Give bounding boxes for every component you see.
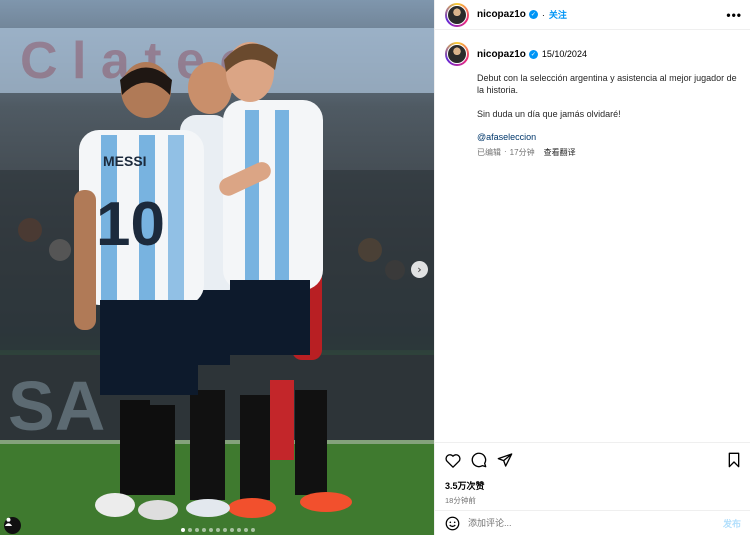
see-translation-link[interactable]: 查看翻译 xyxy=(544,147,576,158)
post-date: 15/10/2024 xyxy=(541,49,587,59)
separator-dot: · xyxy=(541,9,545,20)
header-username[interactable]: nicopaz1o xyxy=(477,9,526,20)
carousel-dot xyxy=(230,528,234,532)
caption-text: Sin duda un día que jamás olvidaré! xyxy=(477,109,621,119)
bookmark-icon[interactable] xyxy=(727,452,741,468)
comment-bar: 发布 xyxy=(435,510,750,535)
post-header: nicopaz1o ✓ · 关注 ••• xyxy=(435,0,750,30)
football-scene-illustration: C l a t e o SA MESSI 10 xyxy=(0,28,434,535)
tagged-users-button[interactable] xyxy=(4,517,21,534)
jersey-number: 10 xyxy=(96,190,165,259)
caption-meta: 已编辑 · 17分钟 查看翻译 xyxy=(477,147,740,158)
more-options-icon[interactable]: ••• xyxy=(726,8,742,22)
next-photo-button[interactable]: › xyxy=(411,261,428,278)
carousel-indicator xyxy=(181,528,255,532)
verified-badge-icon: ✓ xyxy=(528,10,538,19)
post-time: 18分钟前 xyxy=(445,496,476,505)
edited-time: 17分钟 xyxy=(509,148,535,157)
carousel-dot xyxy=(209,528,213,532)
carousel-dot xyxy=(251,528,255,532)
avatar[interactable] xyxy=(445,42,469,66)
user-tag-icon xyxy=(4,517,13,526)
caption-text: Debut con la selección argentina y asist… xyxy=(477,73,737,95)
caption-username[interactable]: nicopaz1o xyxy=(477,49,526,60)
carousel-dot xyxy=(216,528,220,532)
follow-button[interactable]: 关注 xyxy=(549,8,567,21)
emoji-icon[interactable] xyxy=(445,516,460,531)
post-details-panel: nicopaz1o ✓ · 关注 ••• nicopaz1o ✓ 15/10/2… xyxy=(434,0,750,535)
likes-count[interactable]: 3.5万次赞 xyxy=(445,479,741,492)
avatar[interactable] xyxy=(445,2,469,27)
meta-separator: · xyxy=(504,147,507,156)
carousel-dot xyxy=(202,528,206,532)
carousel-dot xyxy=(223,528,227,532)
share-icon[interactable] xyxy=(497,452,513,468)
edited-label: 已编辑 xyxy=(477,148,501,157)
ad-board-text: SA xyxy=(8,367,105,445)
comment-icon[interactable] xyxy=(471,452,487,468)
post-photo[interactable]: C l a t e o SA MESSI 10 › xyxy=(0,0,434,535)
comment-input[interactable] xyxy=(468,518,723,528)
carousel-dot xyxy=(244,528,248,532)
jersey-name: MESSI xyxy=(103,153,147,169)
post-caption: nicopaz1o ✓ 15/10/2024 Debut con la sele… xyxy=(435,30,750,158)
chevron-right-icon: › xyxy=(417,263,422,276)
carousel-dot xyxy=(237,528,241,532)
verified-badge-icon: ✓ xyxy=(528,49,538,59)
carousel-dot xyxy=(181,528,185,532)
post-comment-button[interactable]: 发布 xyxy=(723,517,741,530)
carousel-dot xyxy=(195,528,199,532)
post-actions: 3.5万次赞 18分钟前 xyxy=(435,442,750,506)
mention-link[interactable]: @afaseleccion xyxy=(477,132,740,142)
heart-icon[interactable] xyxy=(445,453,461,468)
carousel-dot xyxy=(188,528,192,532)
